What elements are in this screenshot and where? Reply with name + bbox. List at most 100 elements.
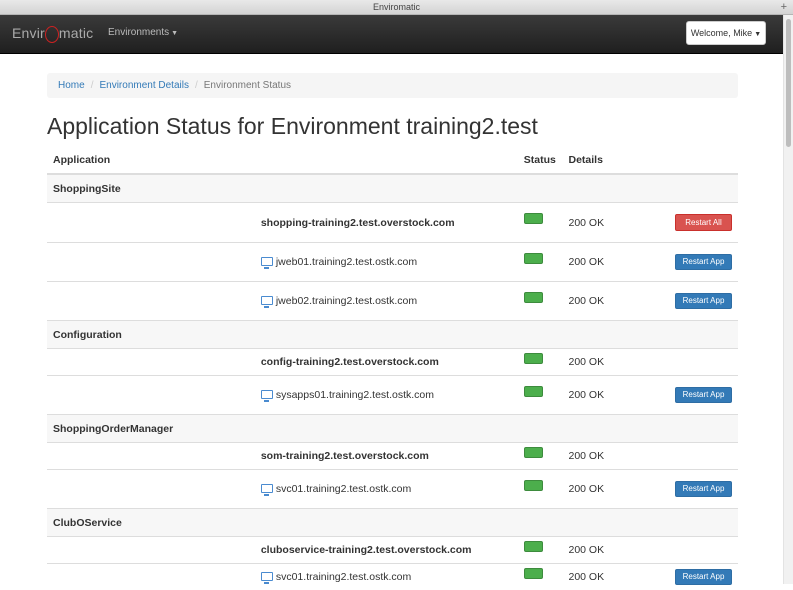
lb-row: cluboservice-training2.test.overstock.co… — [47, 537, 738, 564]
server-host: jweb02.training2.test.ostk.com — [276, 295, 417, 307]
action-cell: Restart App — [657, 564, 738, 590]
status-table: Application Status Details ShoppingSite … — [47, 147, 738, 590]
monitor-icon — [261, 484, 273, 493]
brand-logo[interactable]: Envir matic — [12, 25, 93, 43]
status-ok-indicator — [524, 541, 543, 552]
restart-all-button[interactable]: Restart All — [675, 214, 732, 231]
details-cell: 200 OK — [568, 470, 657, 509]
empty-cell — [47, 470, 261, 509]
action-cell: Restart All — [657, 203, 738, 243]
restart-app-button[interactable]: Restart App — [675, 569, 732, 585]
lb-row: shopping-training2.test.overstock.com 20… — [47, 203, 738, 243]
brand-prefix: Envir — [12, 25, 45, 41]
lb-row: som-training2.test.overstock.com 200 OK — [47, 443, 738, 470]
details-cell: 200 OK — [568, 243, 657, 282]
action-cell: Restart App — [657, 282, 738, 321]
window-title: Enviromatic — [373, 2, 420, 12]
scrollbar[interactable] — [783, 15, 793, 584]
brand-o-icon — [45, 26, 59, 43]
status-cell — [524, 282, 569, 321]
breadcrumb-home[interactable]: Home — [58, 80, 85, 91]
scrollbar-thumb[interactable] — [786, 19, 791, 147]
group-name: ClubOService — [47, 509, 738, 537]
server-host-cell: jweb01.training2.test.ostk.com — [261, 243, 524, 282]
group-row: ShoppingSite — [47, 174, 738, 203]
environments-label: Environments — [108, 27, 169, 38]
status-ok-indicator — [524, 353, 543, 364]
empty-cell — [47, 203, 261, 243]
server-host: svc01.training2.test.ostk.com — [276, 571, 411, 583]
restart-app-button[interactable]: Restart App — [675, 481, 732, 497]
page-title: Application Status for Environment train… — [47, 113, 538, 140]
restart-app-button[interactable]: Restart App — [675, 293, 732, 309]
group-row: ClubOService — [47, 509, 738, 537]
status-cell — [524, 443, 569, 470]
group-row: ShoppingOrderManager — [47, 415, 738, 443]
empty-cell — [47, 243, 261, 282]
server-host: svc01.training2.test.ostk.com — [276, 483, 411, 495]
empty-cell — [47, 376, 261, 415]
header-action — [657, 147, 738, 174]
status-cell — [524, 470, 569, 509]
status-ok-indicator — [524, 568, 543, 579]
status-ok-indicator — [524, 213, 543, 224]
empty-cell — [47, 443, 261, 470]
restart-app-button[interactable]: Restart App — [675, 387, 732, 403]
server-row: jweb02.training2.test.ostk.com 200 OK Re… — [47, 282, 738, 321]
details-cell: 200 OK — [568, 564, 657, 590]
group-name: Configuration — [47, 321, 738, 349]
status-ok-indicator — [524, 447, 543, 458]
monitor-icon — [261, 257, 273, 266]
user-menu-button[interactable]: Welcome, Mike▼ — [686, 21, 766, 45]
header-host — [261, 147, 524, 174]
server-row: svc01.training2.test.ostk.com 200 OK Res… — [47, 470, 738, 509]
action-cell: Restart App — [657, 376, 738, 415]
breadcrumb-environment-details[interactable]: Environment Details — [99, 80, 188, 91]
status-cell — [524, 376, 569, 415]
brand-suffix: matic — [59, 25, 93, 41]
navbar: Envir matic Environments▼ Welcome, Mike▼ — [0, 15, 784, 54]
caret-down-icon: ▼ — [171, 30, 178, 37]
status-ok-indicator — [524, 292, 543, 303]
server-row: sysapps01.training2.test.ostk.com 200 OK… — [47, 376, 738, 415]
lb-host: config-training2.test.overstock.com — [261, 349, 524, 376]
action-cell: Restart App — [657, 243, 738, 282]
details-cell: 200 OK — [568, 282, 657, 321]
breadcrumb: Home / Environment Details / Environment Sta… — [47, 73, 738, 98]
restart-app-button[interactable]: Restart App — [675, 254, 732, 270]
details-cell: 200 OK — [568, 349, 657, 376]
server-host: sysapps01.training2.test.ostk.com — [276, 389, 434, 401]
server-host: jweb01.training2.test.ostk.com — [276, 256, 417, 268]
action-cell — [657, 443, 738, 470]
action-cell: Restart App — [657, 470, 738, 509]
action-cell — [657, 537, 738, 564]
breadcrumb-separator: / — [195, 80, 198, 91]
empty-cell — [47, 564, 261, 590]
window-titlebar: Enviromatic + — [0, 0, 793, 15]
header-status: Status — [524, 147, 569, 174]
breadcrumb-separator: / — [91, 80, 94, 91]
status-ok-indicator — [524, 253, 543, 264]
lb-row: config-training2.test.overstock.com 200 … — [47, 349, 738, 376]
monitor-icon — [261, 572, 273, 581]
lb-host: som-training2.test.overstock.com — [261, 443, 524, 470]
breadcrumb-current: Environment Status — [204, 80, 291, 91]
details-cell: 200 OK — [568, 203, 657, 243]
environments-dropdown[interactable]: Environments▼ — [108, 27, 178, 38]
group-row: Configuration — [47, 321, 738, 349]
new-tab-icon[interactable]: + — [781, 0, 787, 14]
header-details: Details — [568, 147, 657, 174]
status-cell — [524, 203, 569, 243]
status-cell — [524, 349, 569, 376]
action-cell — [657, 349, 738, 376]
details-cell: 200 OK — [568, 537, 657, 564]
details-cell: 200 OK — [568, 376, 657, 415]
lb-host: shopping-training2.test.overstock.com — [261, 203, 524, 243]
empty-cell — [47, 282, 261, 321]
status-ok-indicator — [524, 480, 543, 491]
empty-cell — [47, 349, 261, 376]
server-host-cell: svc01.training2.test.ostk.com — [261, 470, 524, 509]
server-host-cell: jweb02.training2.test.ostk.com — [261, 282, 524, 321]
group-name: ShoppingSite — [47, 174, 738, 203]
server-host-cell: svc01.training2.test.ostk.com — [261, 564, 524, 590]
